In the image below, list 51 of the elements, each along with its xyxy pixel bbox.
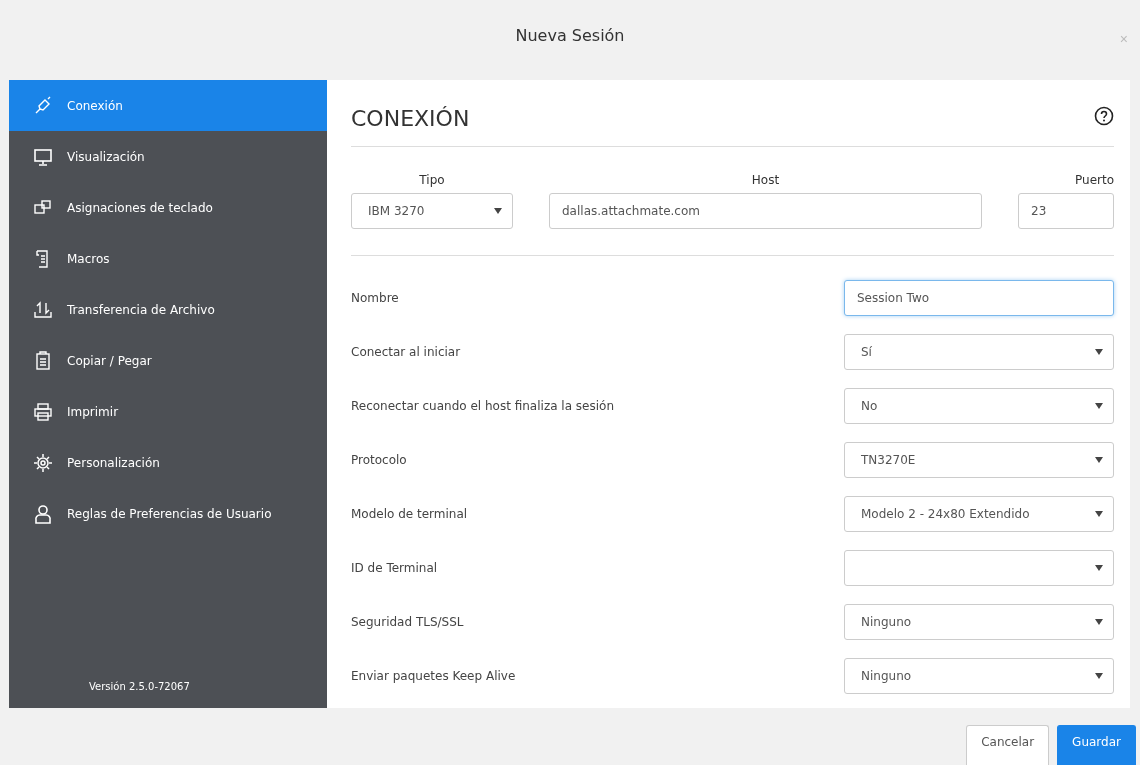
setting-select[interactable]: Modelo 2 - 24x80 Extendido [844,496,1114,532]
sidebar-item[interactable]: Reglas de Preferencias de Usuario [9,488,327,539]
caret-icon [494,208,502,214]
caret-icon [1095,619,1103,625]
cancel-button[interactable]: Cancelar [966,725,1050,765]
caret-icon [1095,511,1103,517]
caret-icon [1095,457,1103,463]
setting-select[interactable]: Ninguno [844,604,1114,640]
monitor-icon [33,146,53,167]
setting-select[interactable]: TN3270E [844,442,1114,478]
caret-icon [1095,349,1103,355]
setting-select[interactable]: No [844,388,1114,424]
setting-label: Modelo de terminal [351,507,468,521]
sidebar-item[interactable]: Macros [9,233,327,284]
host-field[interactable]: dallas.attachmate.com [549,193,982,229]
sidebar-item[interactable]: Transferencia de Archivo [9,284,327,335]
setting-label: Reconectar cuando el host finaliza la sesión [351,399,615,413]
sidebar-item[interactable]: Asignaciones de teclado [9,182,327,233]
help-icon[interactable] [1094,106,1114,126]
sidebar-item[interactable]: Copiar / Pegar [9,335,327,386]
sidebar-item[interactable]: Conexión [9,80,327,131]
setting-select[interactable]: Sí [844,334,1114,370]
caret-icon [1095,565,1103,571]
name-field[interactable]: Session Two [844,280,1114,316]
setting-label: Nombre [351,291,399,305]
sidebar-item[interactable]: Visualización [9,131,327,182]
sidebar-item[interactable]: Imprimir [9,386,327,437]
setting-label: Protocolo [351,453,407,467]
caret-icon [1095,673,1103,679]
clipboard-icon [33,350,53,371]
type-select[interactable]: IBM 3270 [351,193,513,229]
version-text: Versión 2.5.0-72067 [88,681,191,692]
plug-icon [33,95,53,116]
setting-label: Conectar al iniciar [351,345,461,359]
field-label: Host [751,173,780,187]
user-icon [33,503,53,524]
section-title: CONEXIÓN [351,105,470,131]
caret-icon [1095,403,1103,409]
dialog-title: Nueva Sesión [515,25,625,45]
field-label: Tipo [419,173,445,187]
setting-label: Seguridad TLS/SSL [351,615,464,629]
port-field[interactable]: 23 [1018,193,1114,229]
save-button[interactable]: Guardar [1057,725,1136,765]
printer-icon [33,401,53,422]
gear-icon [33,452,53,473]
setting-label: ID de Terminal [351,561,438,575]
setting-label: Enviar paquetes Keep Alive [351,669,516,683]
sidebar-item[interactable]: Personalización [9,437,327,488]
transfer-icon [33,299,53,320]
field-label: Puerto [1075,173,1114,187]
setting-select[interactable]: Ninguno [844,658,1114,694]
